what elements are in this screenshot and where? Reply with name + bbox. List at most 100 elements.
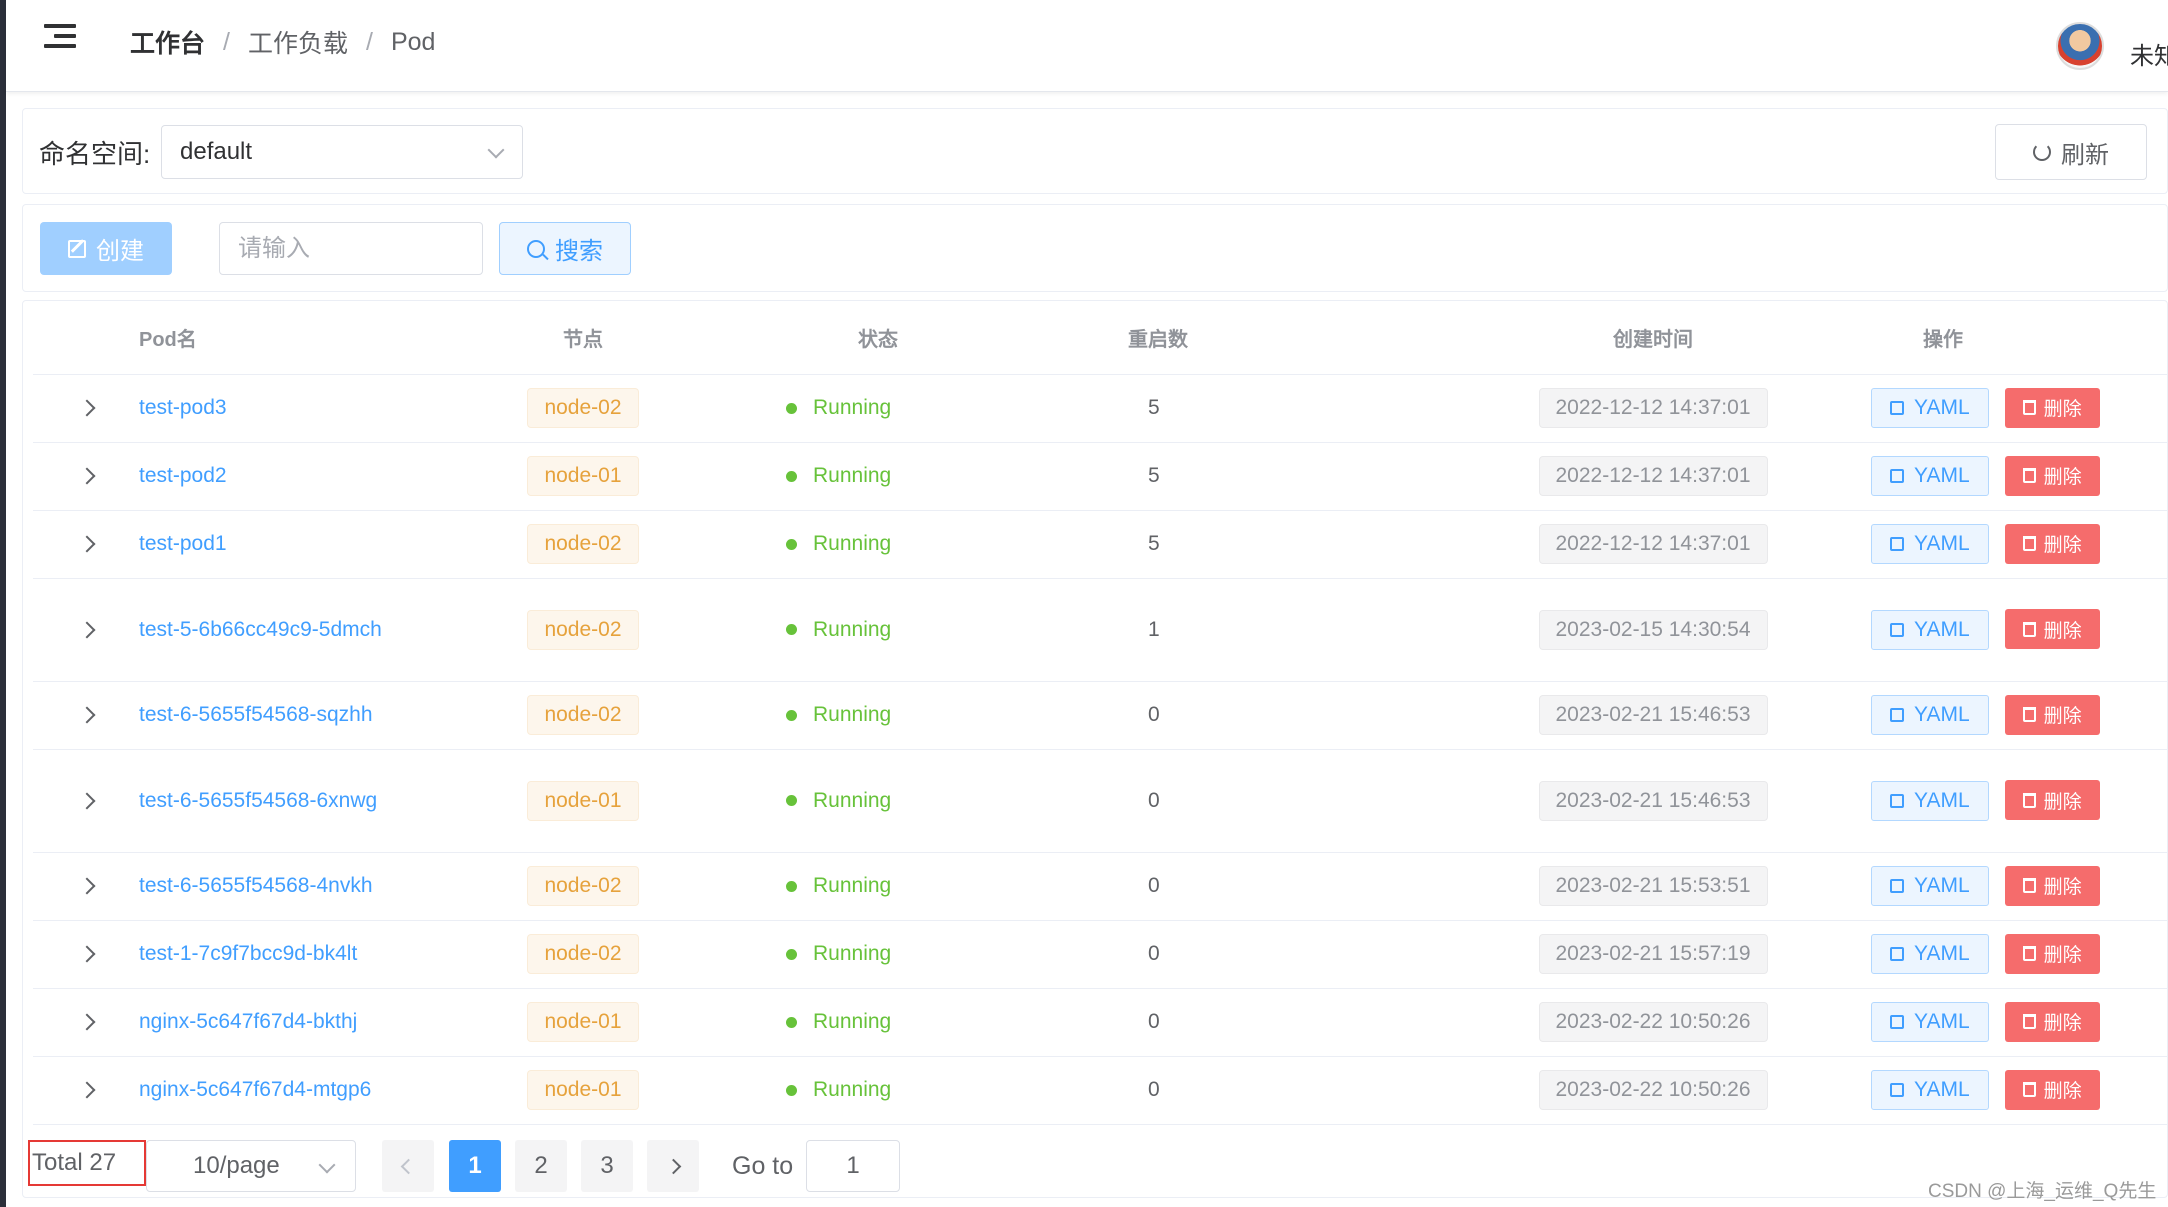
status-text: Running (813, 617, 892, 641)
created-time-tag: 2023-02-21 15:46:53 (1538, 780, 1768, 821)
yaml-button[interactable]: YAML (1871, 1002, 1989, 1043)
chevron-right-icon[interactable] (78, 1081, 96, 1099)
yaml-button[interactable]: YAML (1871, 388, 1989, 429)
delete-button[interactable]: 删除 (2004, 609, 2100, 650)
pod-name-cell: test-pod2 (133, 442, 438, 511)
chevron-right-icon[interactable] (78, 792, 96, 809)
pod-name-cell: nginx-5c647f67d4-mtgp6 (133, 1056, 438, 1125)
page-button-3[interactable]: 3 (581, 1140, 633, 1192)
pod-name-link[interactable]: nginx-5c647f67d4-mtgp6 (139, 1071, 399, 1109)
pod-name-link[interactable]: test-6-5655f54568-sqzhh (139, 696, 399, 734)
expand-column-header (33, 301, 133, 375)
page-size-select[interactable]: 10/page (146, 1140, 356, 1192)
delete-label: 删除 (2043, 1081, 2082, 1103)
yaml-button[interactable]: YAML (1871, 934, 1989, 975)
delete-button[interactable]: 删除 (2004, 865, 2100, 906)
yaml-button[interactable]: YAML (1871, 609, 1989, 650)
restarts-cell: 1 (1128, 578, 1483, 682)
delete-button[interactable]: 删除 (2004, 387, 2100, 428)
pod-name-cell: test-5-6b66cc49c9-5dmch (133, 578, 438, 682)
status-cell: Running (728, 374, 1028, 443)
trash-icon (2022, 621, 2036, 637)
prev-page-button[interactable] (382, 1140, 434, 1192)
created-cell: 2023-02-22 10:50:26 (1483, 988, 1823, 1057)
chevron-right-icon[interactable] (78, 621, 96, 638)
status-dot-icon (786, 709, 797, 721)
status-dot-icon (786, 1016, 797, 1028)
status-dot-icon (786, 624, 797, 636)
delete-button[interactable]: 删除 (2004, 780, 2100, 821)
trash-icon (2022, 536, 2036, 552)
goto-page-input[interactable] (806, 1140, 900, 1192)
node-cell: node-01 (438, 749, 728, 853)
status-dot-icon (786, 795, 797, 807)
pod-name-cell: test-6-5655f54568-4nvkh (133, 852, 438, 921)
chevron-right-icon[interactable] (78, 945, 96, 963)
delete-button[interactable]: 删除 (2004, 523, 2100, 564)
trash-icon (2022, 1082, 2036, 1098)
node-tag: node-01 (527, 1070, 639, 1110)
pod-name-link[interactable]: test-5-6b66cc49c9-5dmch (139, 611, 399, 649)
node-tag: node-02 (527, 866, 639, 906)
yaml-button[interactable]: YAML (1871, 456, 1989, 497)
chevron-down-icon (318, 1156, 336, 1174)
node-tag: node-02 (527, 609, 639, 650)
sidebar-edge (0, 0, 6, 1207)
status-text: Running (813, 788, 892, 812)
yaml-button[interactable]: YAML (1871, 524, 1989, 565)
yaml-button[interactable]: YAML (1871, 1070, 1989, 1111)
chevron-right-icon[interactable] (78, 399, 96, 417)
delete-label: 删除 (2043, 1013, 2082, 1035)
delete-button[interactable]: 删除 (2004, 455, 2100, 496)
chevron-right-icon[interactable] (78, 1013, 96, 1031)
yaml-button[interactable]: YAML (1871, 780, 1989, 821)
delete-button[interactable]: 删除 (2004, 933, 2100, 974)
status-cell: Running (728, 1056, 1028, 1125)
search-button[interactable]: 搜索 (499, 222, 631, 275)
expand-cell (33, 510, 133, 579)
page-button-1[interactable]: 1 (449, 1140, 501, 1192)
trash-icon (2022, 1014, 2036, 1030)
pod-name-link[interactable]: test-pod3 (139, 389, 399, 427)
expand-cell (33, 852, 133, 921)
restart-count: 5 (1148, 396, 1160, 419)
status-dot-icon (786, 470, 797, 482)
pagination: Total 27 10/page 1 2 3 Go to (28, 1140, 1028, 1192)
refresh-button[interactable]: 刷新 (1995, 124, 2147, 180)
delete-label: 删除 (2043, 467, 2082, 489)
yaml-button[interactable]: YAML (1871, 866, 1989, 907)
breadcrumb-item-workload[interactable]: 工作负载 (248, 24, 348, 60)
pod-name-link[interactable]: test-6-5655f54568-4nvkh (139, 867, 399, 905)
page-button-2[interactable]: 2 (515, 1140, 567, 1192)
username[interactable]: 未知 (2130, 36, 2168, 71)
pod-name-link[interactable]: test-pod2 (139, 457, 399, 495)
next-page-button[interactable] (647, 1140, 699, 1192)
pod-name-link[interactable]: test-1-7c9f7bcc9d-bk4lt (139, 935, 399, 973)
namespace-select[interactable]: default (161, 125, 523, 179)
chevron-right-icon[interactable] (78, 706, 96, 724)
edit-icon (1890, 1083, 1904, 1098)
breadcrumb-item-workbench[interactable]: 工作台 (130, 24, 205, 60)
created-time-tag: 2023-02-21 15:57:19 (1538, 934, 1768, 974)
delete-button[interactable]: 删除 (2004, 694, 2100, 735)
delete-button[interactable]: 删除 (2004, 1069, 2100, 1110)
menu-toggle-icon[interactable] (44, 24, 76, 50)
pod-name-link[interactable]: nginx-5c647f67d4-bkthj (139, 1003, 399, 1041)
pod-name-link[interactable]: test-6-5655f54568-6xnwg (139, 782, 399, 820)
namespace-panel: 命名空间: default 刷新 (22, 108, 2168, 194)
create-button[interactable]: 创建 (40, 222, 172, 275)
pod-name-cell: test-6-5655f54568-sqzhh (133, 681, 438, 750)
pod-name-link[interactable]: test-pod1 (139, 525, 399, 563)
delete-button[interactable]: 删除 (2004, 1001, 2100, 1042)
yaml-label: YAML (1914, 942, 1970, 966)
search-input[interactable] (219, 222, 483, 275)
avatar[interactable] (2056, 22, 2104, 70)
created-cell: 2023-02-15 14:30:54 (1483, 578, 1823, 682)
yaml-label: YAML (1914, 396, 1970, 420)
trash-icon (2022, 400, 2036, 416)
table-row: test-6-5655f54568-4nvkh node-02 Running 0 20… (33, 852, 2168, 921)
chevron-right-icon[interactable] (78, 467, 96, 485)
yaml-button[interactable]: YAML (1871, 695, 1989, 736)
chevron-right-icon[interactable] (78, 535, 96, 553)
chevron-right-icon[interactable] (78, 877, 96, 895)
